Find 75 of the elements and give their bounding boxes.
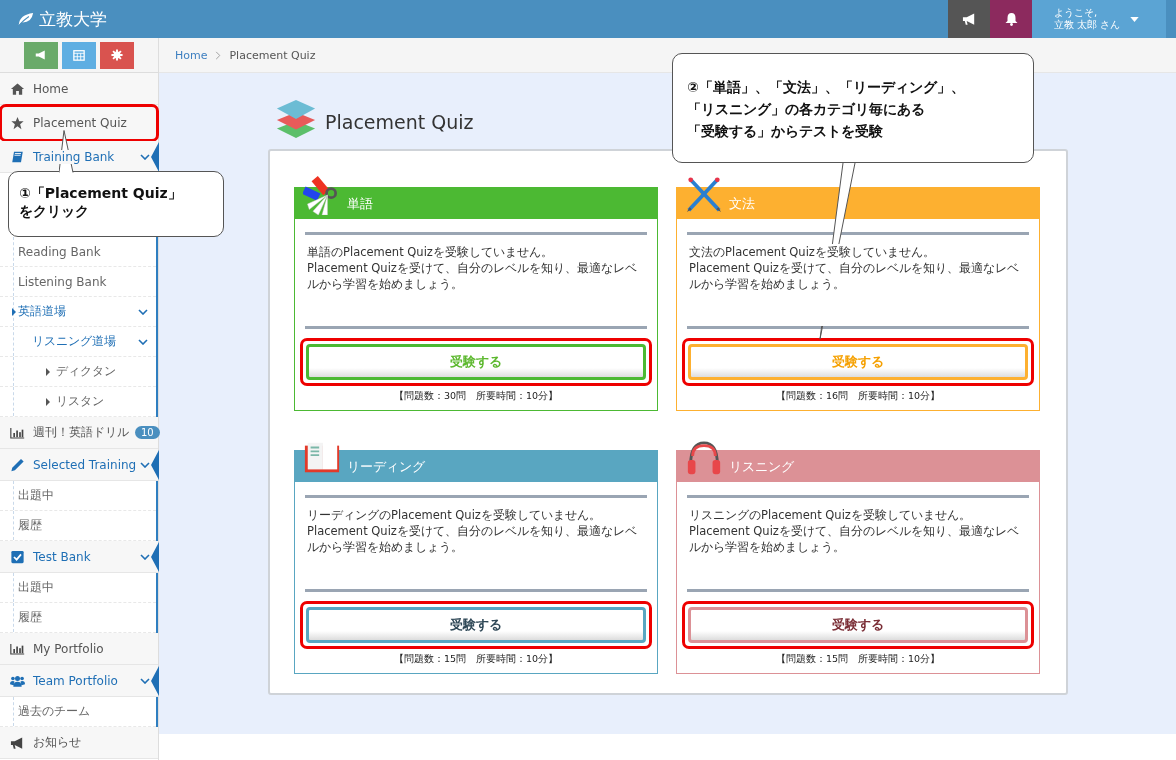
sidebar-subitem[interactable]: Reading Bank bbox=[18, 244, 101, 259]
quiz-info: 【問題数：15問 所要時間：10分】 bbox=[392, 653, 560, 666]
quiz-info: 【問題数：15問 所要時間：10分】 bbox=[774, 653, 942, 666]
megaphone-icon bbox=[961, 12, 977, 26]
bell-icon bbox=[1003, 12, 1019, 26]
megaphone-icon bbox=[10, 735, 25, 750]
calendar-icon bbox=[73, 49, 85, 61]
sidebar-subitem[interactable]: 履歴 bbox=[18, 517, 42, 534]
caret-right-icon bbox=[46, 397, 50, 406]
caret-right-icon bbox=[12, 307, 16, 316]
sidebar-subitem[interactable]: リスニング道場 bbox=[32, 333, 116, 350]
pointer-icon bbox=[151, 142, 159, 172]
sidebar-subitem[interactable]: 出題中 bbox=[18, 487, 54, 504]
chevron-right-icon bbox=[215, 50, 222, 60]
chevron-down-icon[interactable] bbox=[140, 553, 150, 560]
take-quiz-button[interactable]: 受験する bbox=[306, 607, 646, 643]
sidebar-item[interactable]: Team Portfolio bbox=[33, 673, 118, 688]
chevron-down-icon[interactable] bbox=[138, 338, 148, 345]
count-badge: 10 bbox=[135, 426, 160, 439]
sidebar-subitem[interactable]: 履歴 bbox=[18, 609, 42, 626]
pencil-icon bbox=[10, 457, 25, 472]
sidebar-subitem[interactable]: 英語道場 bbox=[18, 303, 66, 320]
sidebar-item[interactable]: Test Bank bbox=[33, 549, 91, 564]
take-quiz-button[interactable]: 受験する bbox=[688, 607, 1028, 643]
callout-text: 「受験する」からテストを受験 bbox=[687, 122, 884, 141]
pointer-icon bbox=[151, 666, 159, 696]
settings-button[interactable] bbox=[100, 41, 134, 69]
megaphone-icon bbox=[35, 49, 47, 61]
settings-icon bbox=[111, 49, 123, 61]
callout-text: 「リスニング」の各カテゴリ毎にある bbox=[687, 100, 926, 119]
layers-icon bbox=[275, 99, 317, 139]
quiz-info: 【問題数：16問 所要時間：10分】 bbox=[774, 390, 942, 403]
home-icon bbox=[10, 81, 25, 96]
callout-text: をクリック bbox=[19, 202, 90, 220]
sidebar-subitem[interactable]: 出題中 bbox=[18, 579, 54, 596]
chevron-down-icon[interactable] bbox=[140, 677, 150, 684]
crossed-pencils-icon bbox=[685, 175, 723, 215]
sidebar-item[interactable]: Training Bank bbox=[33, 149, 115, 164]
notification-button[interactable] bbox=[990, 0, 1032, 38]
page-title: Placement Quiz bbox=[325, 111, 474, 133]
checkbox-icon bbox=[10, 549, 25, 564]
sidebar-subitem[interactable]: ディクタン bbox=[56, 363, 116, 380]
pointer-icon bbox=[151, 450, 159, 480]
chevron-down-icon[interactable] bbox=[140, 153, 150, 160]
card-title: 文法 bbox=[729, 194, 755, 213]
sidebar-item[interactable]: Placement Quiz bbox=[33, 115, 127, 130]
logo-text[interactable]: 立教大学 bbox=[39, 7, 107, 31]
leaf-icon bbox=[17, 12, 34, 26]
bar-chart-icon bbox=[10, 641, 25, 656]
announcement-button[interactable] bbox=[948, 0, 990, 38]
sidebar-subitem[interactable]: 過去のチーム bbox=[18, 703, 90, 720]
card-title: 単語 bbox=[347, 194, 373, 213]
sidebar-item[interactable]: お知らせ bbox=[33, 734, 81, 751]
breadcrumb-link[interactable]: Home bbox=[175, 48, 208, 62]
sidebar-item[interactable]: 週刊！英語ドリル bbox=[33, 424, 129, 441]
people-icon bbox=[10, 673, 25, 688]
sidebar-item[interactable]: Selected Training bbox=[33, 457, 137, 472]
caret-down-icon bbox=[1130, 16, 1140, 22]
callout-text: ②「単語」、「文法」、「リーディング」、 bbox=[687, 78, 966, 97]
star-icon bbox=[10, 115, 25, 130]
sidebar-item[interactable]: Home bbox=[33, 81, 69, 96]
bar-chart-icon bbox=[10, 425, 25, 440]
book-icon bbox=[10, 149, 25, 164]
breadcrumb-current: Placement Quiz bbox=[229, 48, 316, 62]
sidebar-item[interactable]: My Portfolio bbox=[33, 641, 104, 656]
chevron-down-icon[interactable] bbox=[138, 308, 148, 315]
callout-text: ①「Placement Quiz」 bbox=[19, 184, 183, 202]
chevron-down-icon[interactable] bbox=[140, 461, 150, 468]
caret-right-icon bbox=[46, 367, 50, 376]
sidebar-subitem[interactable]: リスタン bbox=[56, 393, 104, 410]
card-title: リーディング bbox=[347, 457, 425, 476]
card-title: リスニング bbox=[729, 457, 794, 476]
sidebar-subitem[interactable]: Listening Bank bbox=[18, 274, 107, 289]
pointer-icon bbox=[151, 542, 159, 572]
quiz-info: 【問題数：30問 所要時間：10分】 bbox=[392, 390, 560, 403]
